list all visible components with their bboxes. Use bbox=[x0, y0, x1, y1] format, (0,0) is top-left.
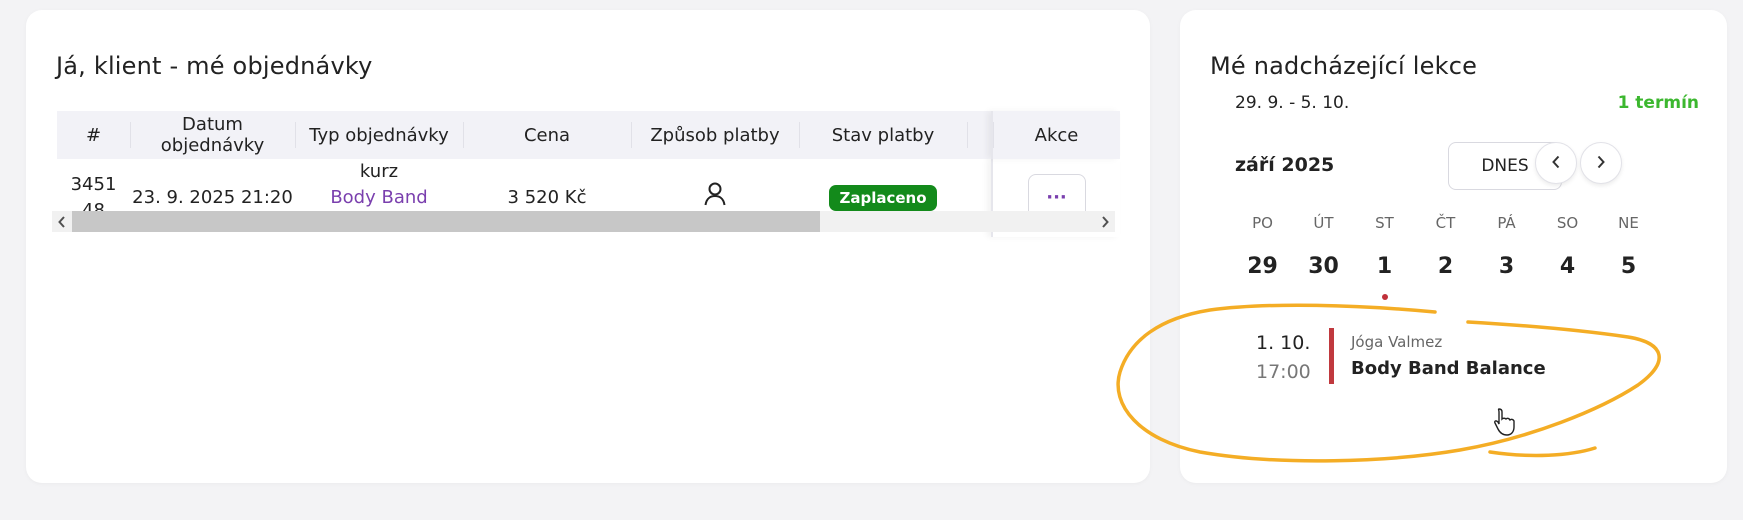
weekday-label: ČT bbox=[1435, 214, 1456, 232]
event-dot bbox=[1381, 294, 1388, 300]
weekday-label: SO bbox=[1556, 214, 1579, 232]
weekday-header: PO ÚT ST ČT PÁ SO NE bbox=[1232, 214, 1660, 232]
event-date: 1. 10. bbox=[1256, 332, 1311, 354]
col-header-payment-status[interactable]: Stav platby bbox=[799, 111, 967, 159]
calendar-day[interactable]: 2 bbox=[1415, 254, 1476, 279]
calendar-day[interactable]: 3 bbox=[1476, 254, 1537, 279]
scroll-left-arrow[interactable] bbox=[52, 211, 72, 232]
horizontal-scrollbar[interactable] bbox=[52, 211, 1115, 232]
event-time: 17:00 bbox=[1256, 361, 1311, 383]
chevron-left-icon bbox=[1551, 154, 1561, 173]
status-badge: Zaplaceno bbox=[829, 185, 937, 211]
event-name[interactable]: Body Band Balance bbox=[1351, 358, 1546, 379]
weekday-label: ST bbox=[1375, 214, 1394, 232]
calendar-day[interactable]: 5 bbox=[1598, 254, 1659, 279]
lesson-event[interactable]: 1. 10. 17:00 Jóga Valmez Body Band Balan… bbox=[1256, 328, 1576, 386]
weekday-label: ÚT bbox=[1313, 214, 1334, 232]
calendar-day[interactable]: 29 bbox=[1232, 254, 1293, 279]
lesson-count: 1 termín bbox=[1617, 93, 1699, 113]
order-type: kurz bbox=[359, 161, 399, 182]
event-color-bar bbox=[1329, 328, 1334, 384]
user-icon bbox=[703, 181, 727, 215]
day-number: 1 bbox=[1376, 254, 1393, 279]
scroll-thumb[interactable] bbox=[72, 211, 820, 232]
lessons-title: Mé nadcházející lekce bbox=[1210, 52, 1478, 80]
scroll-right-arrow[interactable] bbox=[1095, 211, 1115, 232]
orders-title: Já, klient - mé objednávky bbox=[56, 52, 373, 80]
day-number: 30 bbox=[1308, 254, 1339, 279]
week-range: 29. 9. - 5. 10. bbox=[1235, 93, 1350, 113]
col-header-date[interactable]: Datum objednávky bbox=[130, 111, 295, 159]
weekday-label: PÁ bbox=[1497, 214, 1516, 232]
day-row: 29 30 1 2 3 4 5 bbox=[1232, 254, 1660, 300]
day-number: 5 bbox=[1620, 254, 1637, 279]
day-number: 2 bbox=[1437, 254, 1454, 279]
week-calendar: PO ÚT ST ČT PÁ SO NE 29 30 1 2 3 4 5 bbox=[1232, 214, 1660, 300]
next-week-button[interactable] bbox=[1580, 142, 1622, 184]
chevron-right-icon bbox=[1596, 154, 1606, 173]
table-header: # Datum objednávky Typ objednávky Cena Z… bbox=[57, 111, 1120, 159]
col-header-type[interactable]: Typ objednávky bbox=[295, 111, 463, 159]
lessons-card: Mé nadcházející lekce 29. 9. - 5. 10. 1 … bbox=[1180, 10, 1727, 483]
day-number: 3 bbox=[1498, 254, 1515, 279]
orders-card: Já, klient - mé objednávky # Datum objed… bbox=[26, 10, 1150, 483]
weekday-label: PO bbox=[1252, 214, 1273, 232]
col-header-price[interactable]: Cena bbox=[463, 111, 631, 159]
calendar-day[interactable]: 1 bbox=[1354, 254, 1415, 300]
day-number: 4 bbox=[1559, 254, 1576, 279]
calendar-day[interactable]: 30 bbox=[1293, 254, 1354, 279]
col-header-payment-method[interactable]: Způsob platby bbox=[631, 111, 799, 159]
previous-week-button[interactable] bbox=[1535, 142, 1577, 184]
col-header-actions: Akce bbox=[991, 111, 1120, 159]
weekday-label: NE bbox=[1618, 214, 1639, 232]
month-label: září 2025 bbox=[1235, 154, 1335, 176]
day-number: 29 bbox=[1247, 254, 1278, 279]
calendar-day[interactable]: 4 bbox=[1537, 254, 1598, 279]
col-header-id[interactable]: # bbox=[57, 111, 130, 159]
col-header-spacer bbox=[967, 111, 991, 159]
event-location: Jóga Valmez bbox=[1351, 333, 1443, 351]
